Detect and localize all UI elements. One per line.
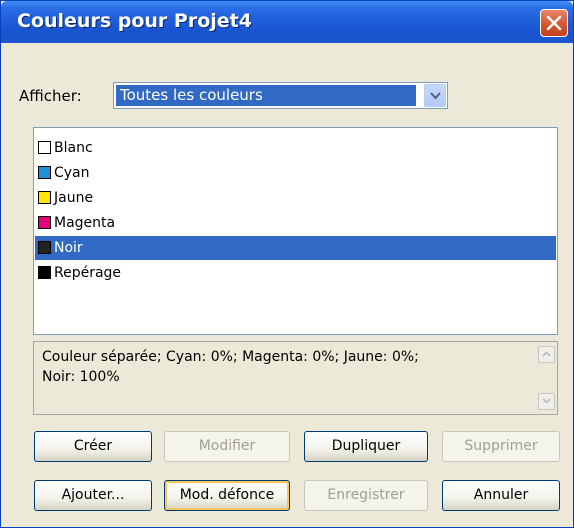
color-list-item[interactable]: Jaune	[35, 186, 556, 210]
creer-button[interactable]: Créer	[34, 431, 152, 462]
chevron-down-icon	[542, 398, 551, 404]
chevron-up-icon	[542, 351, 551, 357]
scroll-down-button[interactable]	[538, 393, 555, 410]
afficher-selected-value: Toutes les couleurs	[116, 85, 416, 106]
color-info-text: Couleur séparée; Cyan: 0%; Magenta: 0%; …	[42, 349, 419, 385]
supprimer-button[interactable]: Supprimer	[442, 431, 560, 462]
annuler-label: Annuler	[473, 487, 529, 503]
modifier-label: Modifier	[198, 438, 256, 454]
close-button[interactable]	[540, 9, 568, 37]
ajouter-label: Ajouter...	[61, 487, 125, 503]
color-name: Magenta	[54, 215, 116, 231]
color-swatch	[38, 141, 51, 154]
color-name: Jaune	[54, 190, 94, 206]
color-name: Repérage	[54, 265, 122, 281]
close-icon	[546, 15, 562, 31]
ajouter-button[interactable]: Ajouter...	[34, 480, 152, 511]
mod-defonce-button[interactable]: Mod. défonce	[164, 480, 290, 511]
color-list-item[interactable]: Magenta	[35, 211, 556, 235]
afficher-dropdown[interactable]: Toutes les couleurs	[113, 82, 448, 109]
dupliquer-button[interactable]: Dupliquer	[304, 431, 428, 462]
modifier-button[interactable]: Modifier	[164, 431, 290, 462]
color-name: Cyan	[54, 165, 90, 181]
color-name: Noir	[54, 240, 83, 256]
color-swatch	[38, 216, 51, 229]
annuler-button[interactable]: Annuler	[442, 480, 560, 511]
color-list-item[interactable]: Blanc	[35, 136, 556, 160]
enregistrer-label: Enregistrer	[327, 487, 405, 503]
color-list[interactable]: Blanc Cyan Jaune Magenta Noir Repérage	[33, 127, 558, 335]
window-title: Couleurs pour Projet4	[17, 10, 252, 32]
color-swatch	[38, 266, 51, 279]
color-list-item[interactable]: Cyan	[35, 161, 556, 185]
color-swatch	[38, 166, 51, 179]
title-bar[interactable]: Couleurs pour Projet4	[1, 1, 573, 43]
color-swatch	[38, 241, 51, 254]
afficher-label: Afficher:	[19, 87, 82, 105]
color-name: Blanc	[54, 140, 93, 156]
chevron-down-icon	[430, 92, 441, 100]
color-info-box: Couleur séparée; Cyan: 0%; Magenta: 0%; …	[33, 341, 558, 415]
color-list-item[interactable]: Repérage	[35, 261, 556, 285]
color-list-item[interactable]: Noir	[35, 236, 556, 260]
supprimer-label: Supprimer	[464, 438, 538, 454]
dupliquer-label: Dupliquer	[331, 438, 401, 454]
mod-defonce-label: Mod. défonce	[179, 487, 275, 503]
creer-label: Créer	[73, 438, 113, 454]
dropdown-arrow-button[interactable]	[424, 84, 446, 107]
color-swatch	[38, 191, 51, 204]
scroll-up-button[interactable]	[538, 346, 555, 363]
enregistrer-button[interactable]: Enregistrer	[304, 480, 428, 511]
colors-dialog: Couleurs pour Projet4 Afficher: Toutes l…	[0, 0, 574, 528]
